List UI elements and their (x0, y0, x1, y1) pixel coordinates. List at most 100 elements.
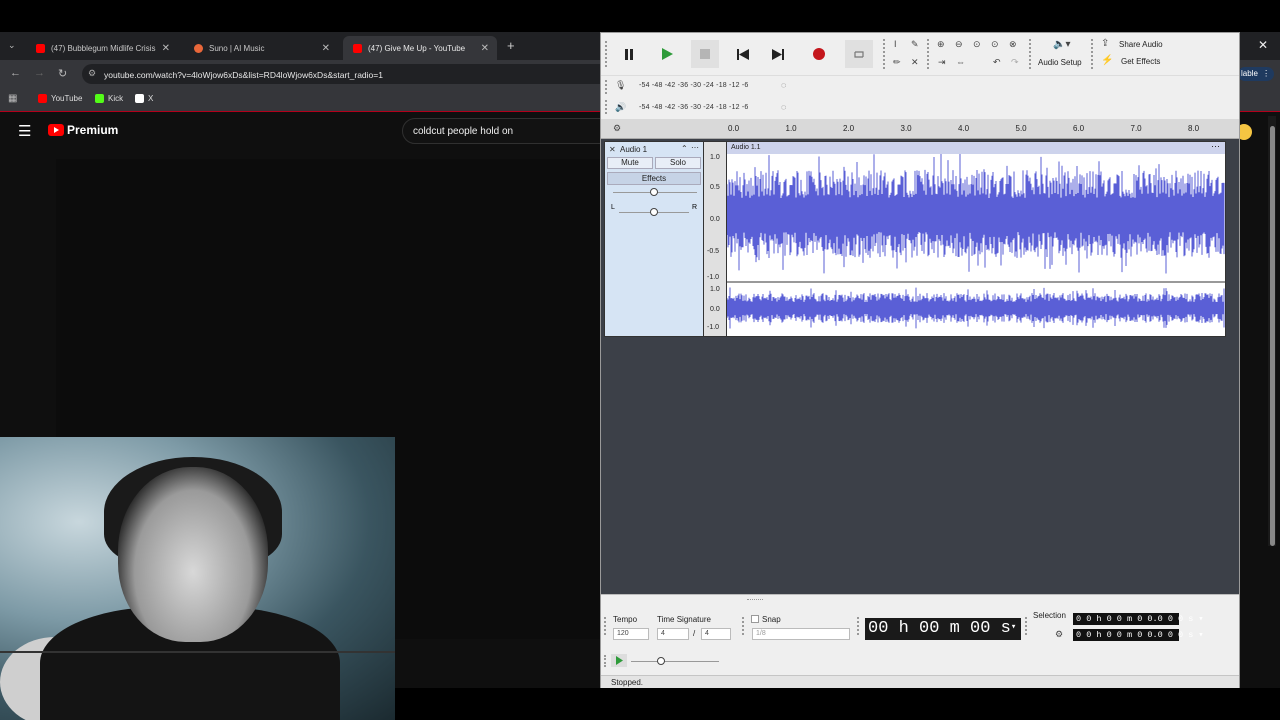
stop-button[interactable] (691, 40, 719, 68)
fit-selection-icon[interactable]: ⊙ (973, 39, 981, 50)
toolbar-grip[interactable] (1029, 39, 1033, 69)
back-icon[interactable]: ← (10, 67, 21, 79)
effects-button[interactable]: Effects (607, 172, 701, 185)
toolbar-grip[interactable] (927, 39, 931, 69)
forward-icon[interactable]: → (34, 67, 45, 79)
tab-close-icon[interactable]: ✕ (481, 43, 489, 54)
toolbar-grip[interactable] (1025, 617, 1029, 635)
tab-close-icon[interactable]: ✕ (322, 43, 330, 54)
solo-button[interactable]: Solo (655, 157, 701, 169)
playback-speed-thumb[interactable] (657, 657, 665, 665)
toolbar-grip[interactable] (605, 41, 609, 67)
play-at-speed-button[interactable] (611, 654, 627, 667)
tab-bubblegum[interactable]: (47) Bubblegum Midlife Crisis ✕ (26, 36, 178, 60)
collapse-icon[interactable]: ⌃ (681, 144, 688, 153)
time-display[interactable]: 00 h 00 m 00 s▾ (865, 618, 1021, 640)
vertical-scale[interactable]: 1.0 0.5 0.0 -0.5 -1.0 1.0 0.0 -1.0 (704, 141, 726, 337)
extension-chip[interactable]: lable ⋮ (1238, 67, 1274, 81)
snap-select[interactable]: 1/8 (752, 628, 850, 640)
share-audio-button[interactable]: ⇪ Share Audio (1099, 38, 1171, 52)
loop-button[interactable] (845, 40, 873, 68)
scale-label: 0.5 (710, 184, 720, 191)
silence-icon[interactable]: ⇔ (956, 57, 965, 67)
mic-icon: 🎙 (615, 80, 627, 90)
page-scrollbar-thumb[interactable] (1270, 126, 1275, 546)
toolbar-grip[interactable] (604, 655, 608, 667)
track-area[interactable]: ✕ Audio 1 ⌃ ⋯ Mute Solo Effects L R 1.0 … (601, 139, 1239, 594)
audio-setup-button[interactable]: 🔈▾ Audio Setup (1037, 39, 1087, 71)
selection-options-icon[interactable]: ⚙ (1055, 629, 1063, 640)
toolbar-grip[interactable] (742, 617, 746, 635)
selection-end[interactable]: 0 0 h 0 0 m 0 0.0 0 0 s ▾ (1073, 629, 1204, 641)
get-effects-button[interactable]: ⚡ Get Effects (1099, 55, 1171, 69)
zoom-toggle-icon[interactable]: ⊗ (1009, 39, 1017, 50)
play-meter-scale[interactable]: -54 -48 -42 -36 -30 -24 -18 -12 -6 (639, 104, 749, 111)
record-button[interactable] (805, 40, 833, 68)
skip-to-start-button[interactable] (729, 40, 757, 68)
playback-speed-slider[interactable] (631, 661, 719, 662)
apps-icon[interactable]: ▦ (8, 93, 17, 104)
trim-icon[interactable]: ⇥ (938, 57, 946, 68)
scale-label: 1.0 (710, 286, 720, 293)
toolbar-grip[interactable] (605, 100, 609, 114)
play-button[interactable] (653, 40, 681, 68)
multi-tool-icon[interactable]: ✕ (911, 57, 919, 68)
clip-title-bar[interactable]: Audio 1.1 ⋯ (727, 141, 1225, 154)
snap-checkbox[interactable] (751, 615, 759, 623)
new-tab-button[interactable]: + (507, 38, 515, 53)
toolbar-grip[interactable] (883, 39, 887, 69)
zoom-out-icon[interactable]: ⊖ (955, 39, 963, 50)
tab-close-icon[interactable]: ✕ (162, 43, 170, 54)
time-signature-numerator[interactable]: 4 (657, 628, 689, 640)
bookmark-label: Kick (108, 94, 124, 103)
mute-button[interactable]: Mute (607, 157, 653, 169)
tab-label: (47) Bubblegum Midlife Crisis (51, 43, 156, 53)
window-close-icon[interactable]: ✕ (1258, 38, 1268, 52)
track-name[interactable]: Audio 1 (620, 145, 647, 154)
tab-suno[interactable]: Suno | AI Music ✕ (184, 36, 338, 60)
selection-start[interactable]: 0 0 h 0 0 m 0 0.0 0 0 s ▾ (1073, 613, 1204, 625)
record-meter-scale[interactable]: -54 -48 -42 -36 -30 -24 -18 -12 -6 (639, 82, 749, 89)
envelope-tool-icon[interactable]: ✎ (911, 39, 919, 50)
pan-slider-thumb[interactable] (650, 208, 658, 216)
pause-button[interactable] (615, 40, 643, 68)
toolbar-grip[interactable] (605, 80, 609, 94)
toolbar-grip[interactable] (857, 617, 861, 635)
ruler-tick-label: 6.0 (1073, 124, 1085, 133)
clip-menu-icon[interactable]: ⋯ (1211, 141, 1220, 152)
resize-grip[interactable] (747, 599, 763, 601)
site-info-icon[interactable]: ⚙ (88, 68, 96, 79)
toolbar-grip[interactable] (604, 617, 608, 635)
fit-project-icon[interactable]: ⊙ (991, 39, 999, 50)
share-icon: ⇪ (1101, 38, 1110, 49)
reload-icon[interactable]: ↻ (58, 67, 67, 80)
redo-icon[interactable]: ↷ (1011, 57, 1019, 68)
waveform-clip[interactable]: Audio 1.1 ⋯ (726, 141, 1226, 337)
skip-to-end-button[interactable] (764, 40, 792, 68)
bookmark-kick[interactable]: Kick (95, 94, 123, 103)
toolbar-grip[interactable] (1091, 39, 1095, 69)
hamburger-menu-icon[interactable]: ☰ (18, 122, 31, 140)
ruler-tick-label: 4.0 (958, 124, 970, 133)
tab-give-me-up[interactable]: (47) Give Me Up - YouTube ✕ (343, 36, 497, 60)
draw-tool-icon[interactable]: ✏ (893, 57, 901, 68)
tempo-input[interactable]: 120 (613, 628, 649, 640)
bookmark-x[interactable]: X (135, 94, 153, 103)
play-meter-options-icon[interactable]: ◌ (781, 102, 786, 112)
youtube-premium-logo[interactable]: Premium (48, 123, 118, 137)
bookmark-youtube[interactable]: YouTube (38, 94, 82, 103)
selection-tool-icon[interactable]: I (894, 39, 897, 49)
gain-slider-thumb[interactable] (650, 188, 658, 196)
tab-label: Suno | AI Music (209, 43, 265, 53)
speaker-meter-icon: 🔊 (615, 102, 627, 112)
record-meter-options-icon[interactable]: ◌ (781, 80, 786, 90)
search-value: coldcut people hold on (413, 126, 514, 137)
timeline-ruler[interactable]: ⚙ 0.0 1.0 2.0 3.0 4.0 5.0 6.0 7.0 8.0 (601, 119, 1239, 139)
tab-search-icon[interactable]: ⌄ (8, 40, 16, 51)
track-close-icon[interactable]: ✕ (609, 145, 616, 154)
time-signature-denominator[interactable]: 4 (701, 628, 731, 640)
track-menu-icon[interactable]: ⋯ (691, 143, 699, 152)
timeline-options-icon[interactable]: ⚙ (613, 123, 621, 134)
undo-icon[interactable]: ↶ (993, 57, 1001, 68)
zoom-in-icon[interactable]: ⊕ (937, 39, 945, 50)
